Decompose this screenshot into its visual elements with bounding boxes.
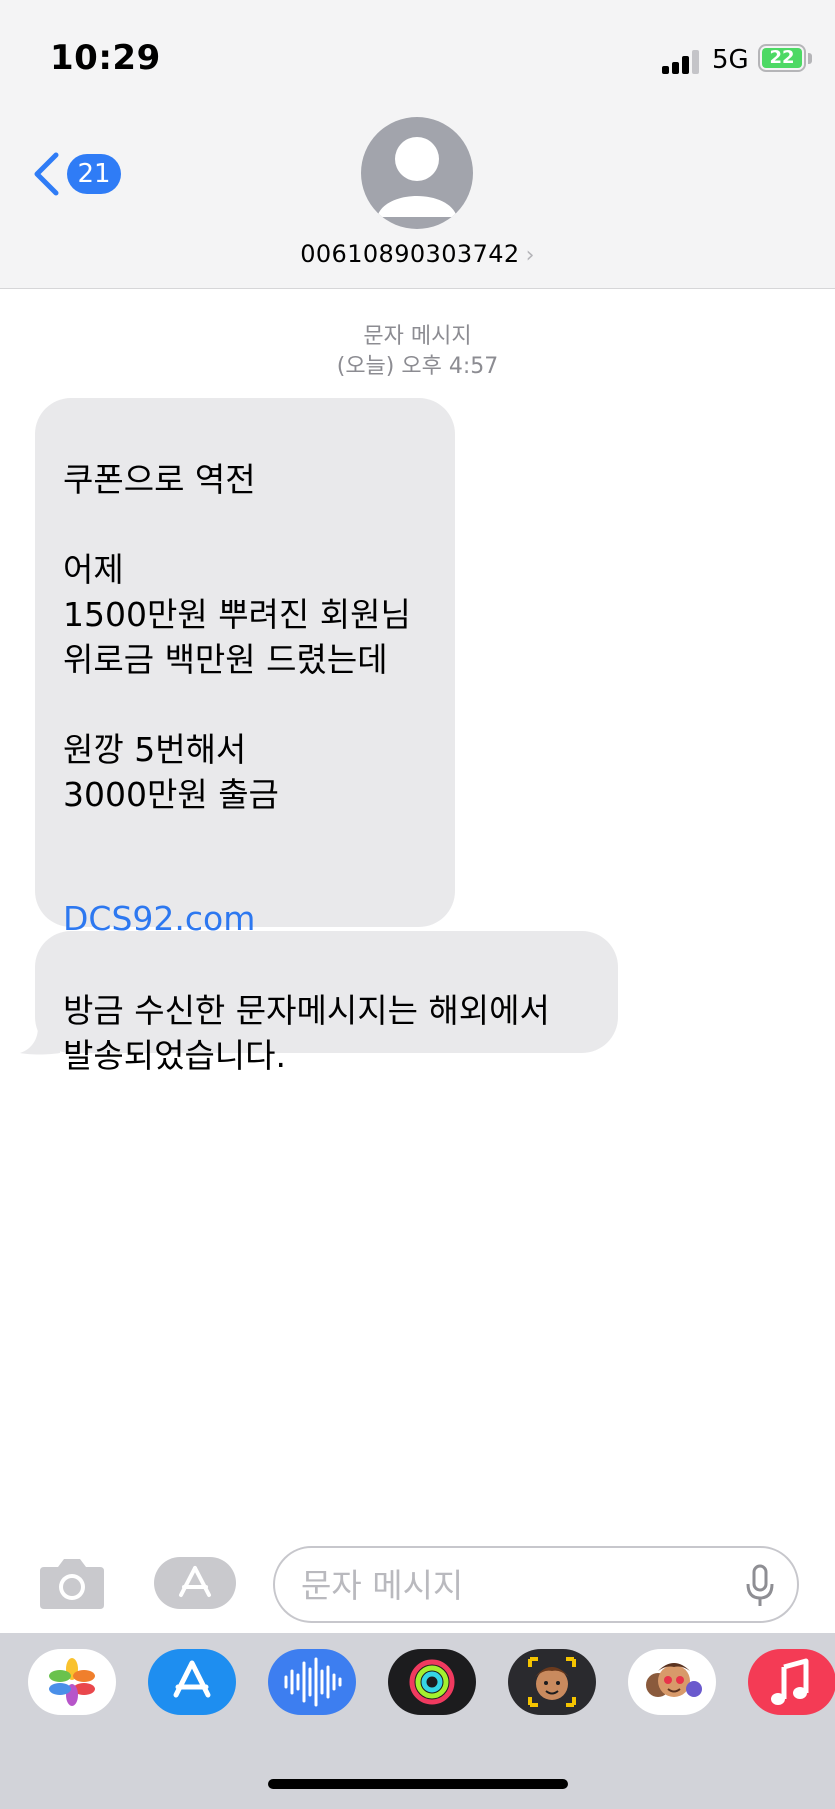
apps-button[interactable]	[154, 1557, 236, 1609]
music-icon	[771, 1658, 809, 1705]
camera-icon	[40, 1559, 104, 1609]
battery-tip	[808, 53, 812, 64]
memoji-stickers-app[interactable]	[628, 1649, 716, 1715]
service-label: 문자 메시지	[363, 324, 472, 349]
message-input[interactable]	[301, 1562, 721, 1608]
photos-icon	[49, 1658, 95, 1706]
chevron-left-icon	[34, 152, 59, 196]
memoji-app[interactable]	[508, 1649, 596, 1715]
message-text: 방금 수신한 문자메시지는 해외에서 발송되었습니다.	[63, 991, 550, 1075]
received-message-bubble[interactable]: 쿠폰으로 역전 어제 1500만원 뿌려진 회원님 위로금 백만원 드렸는데 원…	[35, 398, 455, 938]
microphone-icon[interactable]	[745, 1564, 775, 1608]
home-indicator[interactable]	[268, 1779, 568, 1789]
camera-button[interactable]	[38, 1555, 106, 1615]
contact-avatar[interactable]	[361, 117, 473, 229]
memoji-stickers-icon	[646, 1663, 702, 1697]
bubble-tail	[20, 1027, 60, 1055]
signal-strength-icon	[662, 50, 702, 74]
battery-icon: 22	[758, 44, 806, 72]
activity-rings-icon	[409, 1659, 455, 1705]
contact-number[interactable]: 00610890303742 ›	[0, 240, 835, 268]
battery-level: 22	[762, 48, 802, 68]
app-store-icon	[179, 1566, 211, 1597]
app-store-app[interactable]	[148, 1649, 236, 1715]
message-timestamp: (오늘) 오후 4:57	[336, 354, 499, 379]
conversation-header: 10:29 5G 22 21 00610890303742 ›	[0, 0, 835, 289]
contact-number-label: 00610890303742	[300, 240, 520, 268]
music-app[interactable]	[748, 1649, 835, 1715]
memoji-icon	[528, 1657, 576, 1707]
avatar-placeholder-icon	[377, 137, 457, 217]
unread-count-badge: 21	[67, 154, 121, 194]
message-input-field[interactable]	[273, 1546, 799, 1623]
activity-app[interactable]	[388, 1649, 476, 1715]
status-time: 10:29	[50, 38, 161, 78]
network-label: 5G	[712, 45, 749, 75]
app-store-icon	[173, 1660, 211, 1698]
message-text: 쿠폰으로 역전 어제 1500만원 뿌려진 회원님 위로금 백만원 드렸는데 원…	[63, 460, 411, 814]
back-button[interactable]: 21	[32, 148, 122, 200]
audio-message-app[interactable]	[268, 1649, 356, 1715]
chevron-right-icon: ›	[525, 243, 535, 268]
received-message-bubble[interactable]: 방금 수신한 문자메시지는 해외에서 발송되었습니다.	[35, 931, 618, 1075]
photos-app[interactable]	[28, 1649, 116, 1715]
audio-waveform-icon	[284, 1657, 342, 1707]
